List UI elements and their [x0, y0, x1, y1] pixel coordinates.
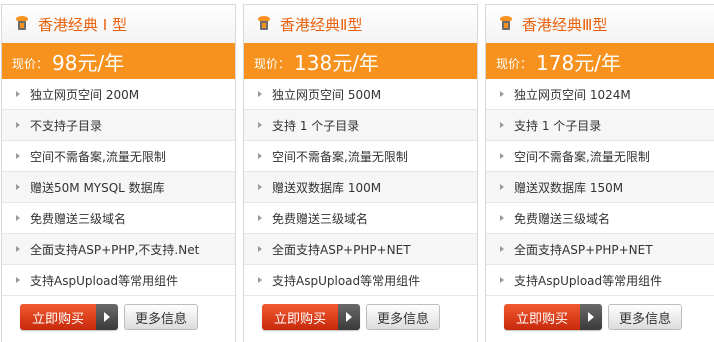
feature-item: 空间不需备案,流量无限制 — [2, 141, 235, 172]
feature-item: 空间不需备案,流量无限制 — [486, 141, 714, 172]
bullet-icon — [258, 215, 262, 221]
bullet-icon — [16, 122, 20, 128]
arrow-right-icon — [96, 304, 118, 330]
feature-item: 全面支持ASP+PHP+NET — [486, 234, 714, 265]
bullet-icon — [500, 153, 504, 159]
feature-item: 支持AspUpload等常用组件 — [486, 265, 714, 296]
bullet-icon — [16, 184, 20, 190]
bullet-icon — [16, 215, 20, 221]
bullet-icon — [258, 122, 262, 128]
plan-name: 香港经典Ⅲ型 — [522, 15, 608, 34]
bullet-icon — [16, 246, 20, 252]
feature-item: 支持AspUpload等常用组件 — [2, 265, 235, 296]
more-info-button[interactable]: 更多信息 — [124, 304, 198, 330]
buy-now-label: 立即购买 — [20, 304, 96, 330]
price-value: 138元/年 — [294, 51, 379, 75]
bullet-icon — [500, 122, 504, 128]
bullet-icon — [500, 246, 504, 252]
buy-now-button[interactable]: 立即购买 — [504, 304, 602, 330]
feature-item: 不支持子目录 — [2, 110, 235, 141]
bullet-icon — [258, 277, 262, 283]
server-icon — [258, 16, 270, 30]
arrow-right-icon — [338, 304, 360, 330]
price-bar: 现价： 178元/年 — [486, 43, 714, 79]
feature-item: 赠送双数据库 150M — [486, 172, 714, 203]
buy-now-button[interactable]: 立即购买 — [262, 304, 360, 330]
feature-list: 独立网页空间 200M 不支持子目录 空间不需备案,流量无限制 赠送50M MY… — [2, 79, 235, 296]
plan-header: 香港经典Ⅱ型 — [244, 5, 477, 43]
plan-header: 香港经典Ⅲ型 — [486, 5, 714, 43]
feature-item: 赠送50M MYSQL 数据库 — [2, 172, 235, 203]
plan-card: 香港经典Ⅲ型 现价： 178元/年 独立网页空间 1024M 支持 1 个子目录… — [485, 4, 714, 342]
bullet-icon — [258, 153, 262, 159]
feature-item: 独立网页空间 200M — [2, 79, 235, 110]
bullet-icon — [500, 215, 504, 221]
feature-list: 独立网页空间 1024M 支持 1 个子目录 空间不需备案,流量无限制 赠送双数… — [486, 79, 714, 296]
plan-actions: 立即购买 更多信息 — [244, 296, 477, 330]
feature-item: 独立网页空间 500M — [244, 79, 477, 110]
plan-name: 香港经典Ⅱ型 — [280, 15, 363, 34]
feature-item: 免费赠送三级域名 — [486, 203, 714, 234]
price-bar: 现价： 98元/年 — [2, 43, 235, 79]
more-info-button[interactable]: 更多信息 — [608, 304, 682, 330]
feature-item: 全面支持ASP+PHP,不支持.Net — [2, 234, 235, 265]
feature-item: 独立网页空间 1024M — [486, 79, 714, 110]
buy-now-label: 立即购买 — [262, 304, 338, 330]
plan-name: 香港经典 I 型 — [38, 15, 127, 34]
price-label: 现价： — [12, 57, 49, 71]
arrow-right-icon — [580, 304, 602, 330]
feature-item: 全面支持ASP+PHP+NET — [244, 234, 477, 265]
bullet-icon — [16, 91, 20, 97]
feature-item: 支持 1 个子目录 — [244, 110, 477, 141]
bullet-icon — [500, 91, 504, 97]
plan-actions: 立即购买 更多信息 — [2, 296, 235, 330]
price-value: 178元/年 — [536, 51, 621, 75]
feature-item: 免费赠送三级域名 — [244, 203, 477, 234]
bullet-icon — [258, 246, 262, 252]
feature-item: 免费赠送三级域名 — [2, 203, 235, 234]
price-value: 98元/年 — [52, 51, 125, 75]
bullet-icon — [500, 277, 504, 283]
bullet-icon — [258, 184, 262, 190]
bullet-icon — [258, 91, 262, 97]
price-bar: 现价： 138元/年 — [244, 43, 477, 79]
feature-list: 独立网页空间 500M 支持 1 个子目录 空间不需备案,流量无限制 赠送双数据… — [244, 79, 477, 296]
bullet-icon — [500, 184, 504, 190]
plan-card: 香港经典 I 型 现价： 98元/年 独立网页空间 200M 不支持子目录 空间… — [1, 4, 236, 342]
feature-item: 支持 1 个子目录 — [486, 110, 714, 141]
buy-now-button[interactable]: 立即购买 — [20, 304, 118, 330]
feature-item: 赠送双数据库 100M — [244, 172, 477, 203]
price-label: 现价： — [254, 57, 291, 71]
price-label: 现价： — [496, 57, 533, 71]
more-info-button[interactable]: 更多信息 — [366, 304, 440, 330]
server-icon — [16, 16, 28, 30]
plan-card: 香港经典Ⅱ型 现价： 138元/年 独立网页空间 500M 支持 1 个子目录 … — [243, 4, 478, 342]
feature-item: 支持AspUpload等常用组件 — [244, 265, 477, 296]
server-icon — [500, 16, 512, 30]
plan-actions: 立即购买 更多信息 — [486, 296, 714, 330]
feature-item: 空间不需备案,流量无限制 — [244, 141, 477, 172]
bullet-icon — [16, 277, 20, 283]
bullet-icon — [16, 153, 20, 159]
buy-now-label: 立即购买 — [504, 304, 580, 330]
plan-header: 香港经典 I 型 — [2, 5, 235, 43]
